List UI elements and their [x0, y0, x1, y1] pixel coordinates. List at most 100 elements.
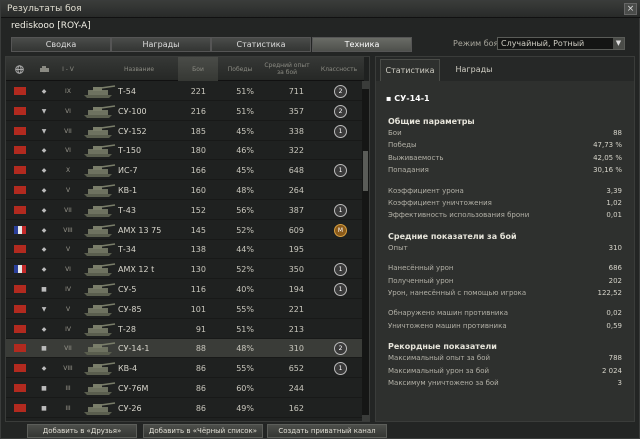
- nation-flag-icon: [14, 364, 26, 373]
- tier-label: VIII: [63, 365, 73, 373]
- table-row[interactable]: ▼ VII СУ-152 185 45% 338 1: [6, 122, 364, 141]
- player-name: rediskooo [ROY-A]: [11, 21, 91, 31]
- vehicle-name: Т-43: [118, 205, 136, 215]
- stat-row: Выживаемость 42,05 %: [388, 154, 628, 162]
- table-row[interactable]: ◆ V Т-34 138 44% 195: [6, 240, 364, 260]
- avg-xp-sort-header[interactable]: Средний опыт за бой: [264, 57, 310, 81]
- battles-value: 88: [195, 344, 206, 354]
- add-friend-button[interactable]: Добавить в «Друзья»: [27, 424, 137, 438]
- table-row[interactable]: ■ III СУ-26 86 49% 162: [6, 399, 364, 418]
- vehicle-stats-panel: Статистика Награды ▪ СУ-14-1 Общие парам…: [375, 56, 635, 422]
- stat-row: Максимальный опыт за бой 788: [388, 354, 628, 362]
- mastery-sort-header[interactable]: Классность: [318, 57, 360, 81]
- tank-icon: [84, 144, 116, 158]
- wins-value: 48%: [236, 344, 254, 354]
- vehicle-type-icon: ■: [41, 404, 47, 412]
- vehicle-type-icon: [39, 66, 49, 72]
- vehicle-type-icon: ■: [41, 286, 47, 293]
- battles-value: 86: [195, 364, 206, 374]
- table-scrollbar[interactable]: [362, 81, 369, 421]
- battles-value: 86: [195, 403, 206, 413]
- tier-label: VII: [64, 345, 72, 353]
- wins-sort-header[interactable]: Победы: [220, 57, 260, 81]
- tank-icon: [84, 164, 116, 178]
- stat-label: Победы: [388, 141, 417, 150]
- tab-summary[interactable]: Сводка: [11, 37, 111, 52]
- tier-label: VI: [65, 266, 71, 274]
- nation-sort-header[interactable]: [12, 57, 26, 81]
- battle-mode-value: Случайный, Ротный: [501, 39, 585, 48]
- vehicle-name: Т-28: [118, 324, 136, 334]
- stat-value: 30,16 %: [593, 166, 622, 175]
- nation-flag-icon: [14, 106, 26, 115]
- stat-value: 310: [608, 243, 622, 252]
- battles-sort-header[interactable]: Бои: [178, 57, 218, 81]
- avg-xp-value: 652: [288, 364, 304, 374]
- vehicle-type-icon: ◆: [41, 187, 47, 194]
- battles-value: 138: [190, 245, 206, 255]
- add-blacklist-button[interactable]: Добавить в «Чёрный список»: [143, 424, 263, 438]
- tank-icon: [84, 362, 116, 376]
- table-row[interactable]: ◆ V КВ-1 160 48% 264: [6, 181, 364, 200]
- scroll-up-arrow[interactable]: [362, 81, 369, 89]
- table-row[interactable]: ◆ VI AMX 12 t 130 52% 350 1: [6, 260, 364, 280]
- battles-value: 216: [190, 106, 206, 116]
- stat-row: Коэффициент урона 3,39: [388, 187, 628, 195]
- wins-value: 48%: [236, 186, 254, 195]
- tank-icon: [84, 223, 116, 237]
- table-row[interactable]: ■ IV СУ-5 116 40% 194 1: [6, 280, 364, 299]
- stat-value: 0,02: [606, 309, 622, 318]
- create-private-channel-button[interactable]: Создать приватный канал: [267, 424, 387, 438]
- name-sort-header[interactable]: Название: [114, 57, 164, 81]
- table-row[interactable]: ◆ VII Т-43 152 56% 387 1: [6, 201, 364, 220]
- table-row[interactable]: ◆ IV Т-28 91 51% 213: [6, 320, 364, 339]
- close-icon[interactable]: ×: [624, 3, 637, 15]
- table-row[interactable]: ■ VII СУ-14-1 88 48% 310 2: [6, 339, 364, 359]
- wins-value: 51%: [236, 87, 254, 96]
- battles-value: 160: [190, 186, 206, 195]
- vehicle-type-icon: ▼: [41, 107, 47, 115]
- table-row[interactable]: ◆ VIII AMX 13 75 145 52% 609 M: [6, 221, 364, 240]
- tier-sort-header[interactable]: I - V: [58, 57, 78, 81]
- tab-awards[interactable]: Награды: [111, 37, 211, 52]
- tier-label: VIII: [63, 226, 73, 234]
- tank-icon: [84, 402, 116, 415]
- table-row[interactable]: ◆ IX Т-54 221 51% 711 2: [6, 82, 364, 101]
- stat-row: Опыт 310: [388, 244, 628, 252]
- wins-value: 55%: [236, 364, 254, 374]
- stat-label: Нанесённый урон: [388, 264, 454, 273]
- table-row[interactable]: ◆ X ИС-7 166 45% 648 1: [6, 161, 364, 181]
- table-row[interactable]: ◆ VI Т-150 180 46% 322: [6, 141, 364, 161]
- mastery-badge-icon: 2: [334, 342, 347, 356]
- tier-label: X: [65, 167, 71, 175]
- mastery-badge-icon: M: [334, 223, 347, 237]
- tab-vehicle-statistics[interactable]: Статистика: [380, 59, 440, 81]
- vehicle-type-icon: ◆: [41, 147, 47, 155]
- wins-value: 52%: [236, 225, 254, 235]
- table-row[interactable]: ▼ VI СУ-100 216 51% 357 2: [6, 102, 364, 121]
- nation-flag-icon: [14, 384, 26, 392]
- type-sort-header[interactable]: [36, 57, 52, 81]
- wins-value: 51%: [236, 324, 254, 334]
- wins-value: 55%: [236, 304, 254, 314]
- stat-value: 3: [617, 379, 622, 387]
- tier-label: VI: [65, 107, 71, 115]
- tab-vehicle-awards[interactable]: Награды: [444, 59, 504, 81]
- stat-label: Коэффициент урона: [388, 186, 464, 195]
- scroll-thumb[interactable]: [363, 151, 368, 191]
- table-row[interactable]: ◆ VIII КВ-4 86 55% 652 1: [6, 359, 364, 379]
- vehicle-type-icon: ◆: [41, 226, 47, 234]
- wins-value: 45%: [236, 166, 254, 176]
- table-row[interactable]: ■ III СУ-76М 86 60% 244: [6, 379, 364, 398]
- vehicle-type-icon: ▼: [41, 127, 47, 135]
- battle-mode-select[interactable]: Случайный, Ротный ▼: [497, 37, 625, 50]
- battle-results-window: Результаты боя × rediskooo [ROY-A] Сводк…: [0, 0, 640, 439]
- nation-flag-icon: [14, 186, 26, 194]
- table-row[interactable]: ▼ V СУ-85 101 55% 221: [6, 300, 364, 319]
- avg-xp-value: 350: [288, 265, 304, 275]
- tab-vehicles[interactable]: Техника: [312, 37, 412, 52]
- nation-flag-icon: [14, 344, 26, 353]
- tab-statistics[interactable]: Статистика: [211, 37, 311, 52]
- chevron-down-icon[interactable]: ▼: [613, 38, 624, 49]
- scroll-down-arrow[interactable]: [362, 415, 369, 421]
